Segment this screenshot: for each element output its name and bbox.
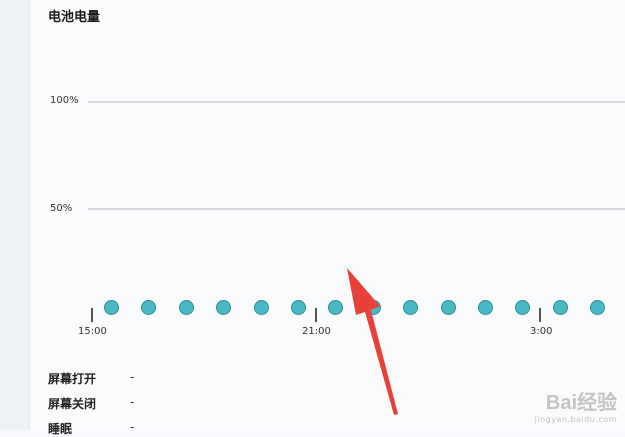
baidu-watermark: Bai经验 jingyan.baidu.com — [535, 386, 617, 424]
red-arrow-annotation — [347, 268, 398, 415]
watermark-url: jingyan.baidu.com — [534, 415, 617, 424]
watermark-text: Bai经验 — [545, 392, 617, 414]
